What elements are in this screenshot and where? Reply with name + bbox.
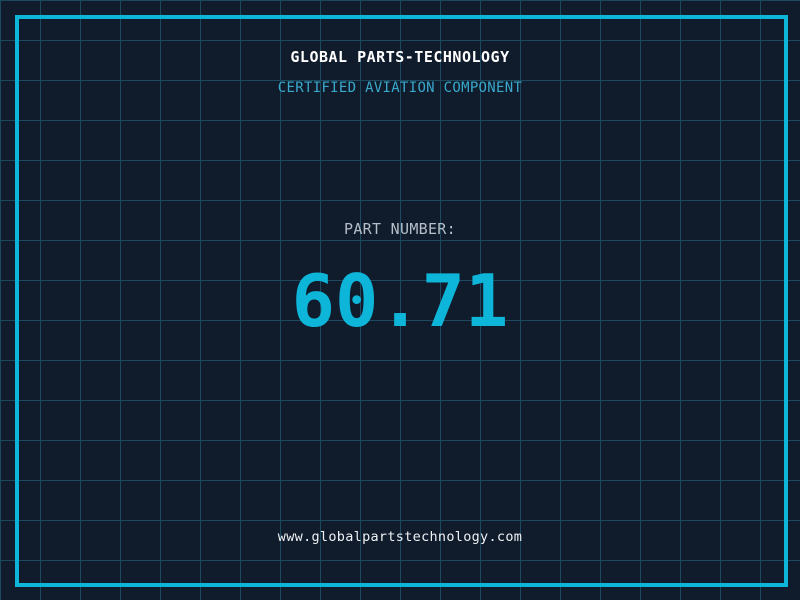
part-number-label: PART NUMBER: — [344, 220, 456, 238]
website-url: www.globalpartstechnology.com — [277, 529, 523, 545]
certification-subtitle: CERTIFIED AVIATION COMPONENT — [277, 80, 523, 96]
certificate-screen: GLOBAL PARTS-TECHNOLOGY CERTIFIED AVIATI… — [0, 0, 800, 600]
part-number-value: 60.71 — [291, 259, 509, 343]
company-title: GLOBAL PARTS-TECHNOLOGY — [290, 48, 510, 66]
